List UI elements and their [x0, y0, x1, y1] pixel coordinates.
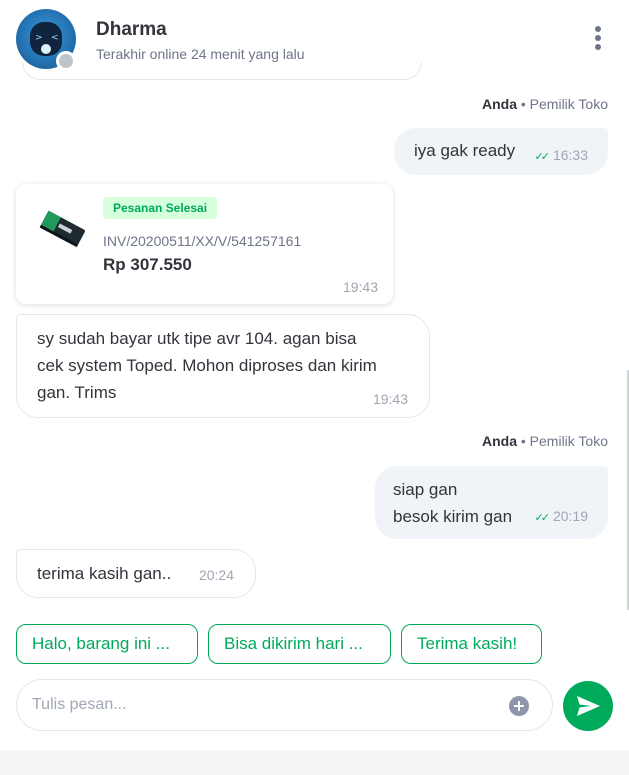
chat-header: > < Dharma Terakhir online 24 menit yang…	[0, 0, 629, 82]
product-image-icon	[39, 210, 85, 248]
message-line: siap gan	[393, 480, 458, 499]
contact-name[interactable]: Dharma	[96, 19, 167, 41]
quick-reply-chip[interactable]: Bisa dikirim hari ...	[208, 624, 391, 664]
invoice-number[interactable]: INV/20200511/XX/V/541257161	[103, 233, 301, 249]
order-price: Rp 307.550	[103, 255, 192, 274]
read-check-icon: ✓✓	[534, 511, 551, 524]
sender-label: Anda • Pemilik Toko	[482, 433, 608, 449]
message-line: gan. Trims	[37, 383, 117, 402]
message-line: sy sudah bayar utk tipe avr 104. agan bi…	[37, 329, 357, 348]
message-line: cek system Toped. Mohon diproses dan kir…	[37, 356, 377, 375]
message-time: 20:24	[198, 567, 234, 583]
message-bubble-outgoing[interactable]: iya gak ready ✓✓ 16:33	[394, 128, 608, 175]
sender-name: Anda	[481, 96, 517, 112]
message-text: iya gak ready	[414, 141, 516, 160]
message-time: 16:33	[552, 147, 588, 163]
bot-avatar-icon: > <	[30, 22, 62, 56]
message-time: 19:43	[372, 391, 408, 407]
message-bubble-outgoing[interactable]: siap gan besok kirim gan ✓✓ 20:19	[375, 466, 608, 539]
sender-role: • Pemilik Toko	[520, 433, 608, 449]
bottom-strip	[0, 750, 629, 775]
send-icon	[577, 696, 600, 716]
read-check-icon: ✓✓	[534, 150, 551, 163]
kebab-menu-icon[interactable]	[591, 26, 605, 52]
last-online-status: Terakhir online 24 menit yang lalu	[96, 46, 305, 62]
sender-name: Anda	[481, 433, 517, 449]
message-time: 19:43	[342, 279, 378, 295]
message-text: terima kasih gan..	[37, 564, 172, 583]
message-input[interactable]	[32, 692, 492, 718]
sender-label: Anda • Pemilik Toko	[482, 96, 608, 112]
message-composer	[16, 679, 553, 731]
send-button[interactable]	[563, 681, 613, 731]
message-time: 20:19	[552, 508, 588, 524]
plus-icon[interactable]	[509, 696, 529, 716]
message-bubble-incoming[interactable]: sy sudah bayar utk tipe avr 104. agan bi…	[16, 314, 430, 418]
quick-reply-chip[interactable]: Terima kasih!	[401, 624, 542, 664]
order-status-badge: Pesanan Selesai	[103, 197, 218, 219]
quick-reply-chip[interactable]: Halo, barang ini ...	[16, 624, 198, 664]
order-card[interactable]: Pesanan Selesai INV/20200511/XX/V/541257…	[16, 184, 393, 304]
message-bubble-incoming[interactable]: terima kasih gan.. 20:24	[16, 549, 256, 598]
sender-role: • Pemilik Toko	[520, 96, 608, 112]
previous-message-fragment	[22, 62, 422, 80]
